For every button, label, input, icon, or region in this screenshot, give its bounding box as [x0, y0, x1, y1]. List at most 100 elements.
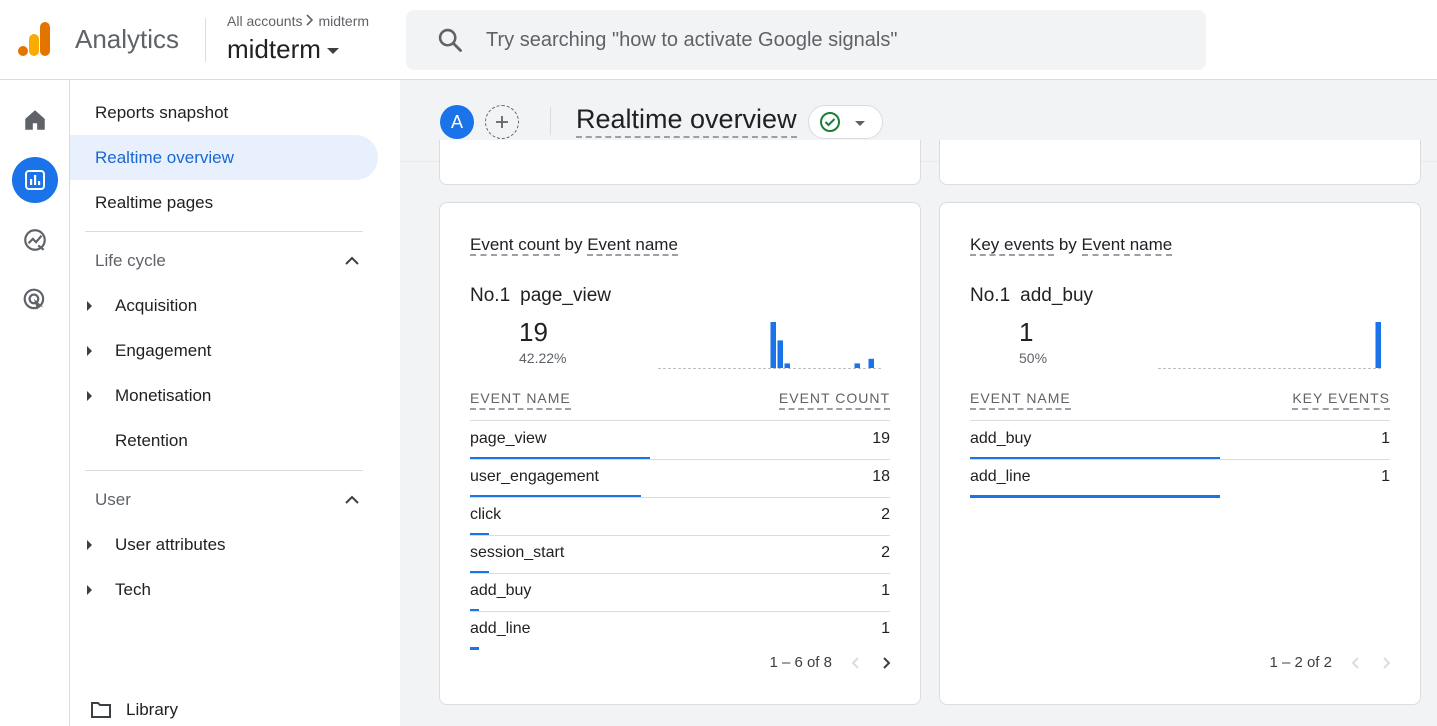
- search-bar[interactable]: [406, 10, 1206, 70]
- expand-arrow-icon: [87, 346, 92, 356]
- row-event-name: user_engagement: [470, 468, 599, 485]
- row-event-name: session_start: [470, 544, 565, 561]
- row-value: 2: [881, 544, 890, 561]
- section-life-cycle[interactable]: Life cycle: [70, 241, 370, 281]
- pagination: 1 – 6 of 8: [769, 654, 892, 671]
- top-item-percent: 50%: [1019, 350, 1048, 366]
- chevron-up-icon: [345, 256, 359, 265]
- divider: [205, 18, 206, 62]
- title-by: by: [1054, 235, 1082, 254]
- title-by: by: [559, 235, 588, 254]
- top-item-name: add_buy: [1020, 285, 1094, 306]
- rank-label: No.1: [470, 285, 511, 306]
- sparkline-bar: [854, 363, 860, 368]
- card-partial: [939, 140, 1421, 185]
- chevron-right-icon[interactable]: [880, 656, 892, 670]
- sparkline-bar: [770, 322, 776, 368]
- expand-arrow-icon: [87, 540, 92, 550]
- row-event-name: add_buy: [970, 430, 1032, 447]
- row-share-bar: [970, 495, 1220, 498]
- chevron-left-icon[interactable]: [850, 656, 862, 670]
- sparkline-bar: [784, 363, 790, 368]
- divider: [470, 420, 890, 421]
- divider: [550, 107, 551, 135]
- reports-icon: [25, 170, 45, 190]
- breadcrumb[interactable]: All accounts midterm: [227, 13, 369, 29]
- table-row[interactable]: session_start 2: [470, 536, 890, 574]
- section-user[interactable]: User: [70, 480, 370, 520]
- chevron-up-icon: [345, 495, 359, 504]
- nav-tech[interactable]: Tech: [70, 570, 370, 610]
- column-header-key-events[interactable]: KEY EVENTS: [1292, 390, 1390, 410]
- search-input[interactable]: [486, 28, 1186, 52]
- nav-label: Engagement: [115, 341, 212, 360]
- table-row[interactable]: add_line 1: [470, 612, 890, 650]
- advertising-button[interactable]: [12, 277, 58, 323]
- nav-user-attributes[interactable]: User attributes: [70, 525, 370, 565]
- expand-arrow-icon: [87, 301, 92, 311]
- page-title[interactable]: Realtime overview: [576, 104, 797, 138]
- nav-acquisition[interactable]: Acquisition: [70, 286, 370, 326]
- add-comparison-button[interactable]: [485, 105, 519, 139]
- row-event-name: page_view: [470, 430, 547, 447]
- top-app-bar: Analytics All accounts midterm midterm: [0, 0, 1437, 80]
- analytics-logo-icon[interactable]: [18, 22, 52, 58]
- column-header-event-name[interactable]: EVENT NAME: [470, 390, 571, 410]
- left-rail: [0, 80, 70, 726]
- expand-arrow-icon: [87, 391, 92, 401]
- table-row[interactable]: page_view 19: [470, 422, 890, 460]
- advertising-icon: [23, 288, 45, 310]
- row-value: 1: [881, 582, 890, 599]
- data-status-chip[interactable]: [808, 105, 883, 139]
- column-header-event-count[interactable]: EVENT COUNT: [778, 390, 890, 410]
- table-row[interactable]: click 2: [470, 498, 890, 536]
- card-title[interactable]: Key events by Event name: [970, 235, 1173, 256]
- event-count-card: Event count by Event name No.1 page_view…: [439, 202, 921, 705]
- caret-down-icon: [855, 121, 865, 126]
- card-title[interactable]: Event count by Event name: [470, 235, 678, 256]
- dimension-label[interactable]: Event name: [1081, 235, 1173, 256]
- top-item-value: 19: [519, 317, 548, 347]
- column-header-event-name[interactable]: EVENT NAME: [970, 390, 1071, 410]
- nav-label: Acquisition: [115, 296, 198, 315]
- nav-monetisation[interactable]: Monetisation: [70, 376, 370, 416]
- section-title: User: [95, 490, 131, 509]
- metric-label[interactable]: Event count: [470, 235, 560, 256]
- chevron-right-icon[interactable]: [1380, 656, 1392, 670]
- sparkline-bar: [777, 340, 783, 368]
- property-selector[interactable]: midterm: [227, 34, 339, 65]
- nav-retention[interactable]: Retention: [70, 421, 370, 461]
- breadcrumb-account[interactable]: midterm: [318, 13, 369, 29]
- nav-label: Monetisation: [115, 386, 212, 405]
- dimension-label[interactable]: Event name: [587, 235, 678, 256]
- row-value: 2: [881, 506, 890, 523]
- divider: [85, 470, 363, 471]
- table-row[interactable]: add_buy 1: [470, 574, 890, 612]
- row-value: 1: [1381, 468, 1390, 485]
- explore-button[interactable]: [12, 217, 58, 263]
- key-events-card: Key events by Event name No.1 add_buy 1 …: [939, 202, 1421, 705]
- nav-library[interactable]: Library: [90, 700, 178, 720]
- table-row[interactable]: add_buy 1: [970, 422, 1390, 460]
- nav-realtime-overview[interactable]: Realtime overview: [70, 135, 378, 180]
- chevron-left-icon[interactable]: [1350, 656, 1362, 670]
- top-item: No.1 add_buy: [970, 285, 1093, 307]
- reports-button[interactable]: [12, 157, 58, 203]
- comparison-avatar[interactable]: A: [440, 105, 474, 139]
- nav-realtime-pages[interactable]: Realtime pages: [70, 180, 378, 225]
- row-event-name: add_line: [970, 468, 1031, 485]
- nav-engagement[interactable]: Engagement: [70, 331, 370, 371]
- nav-reports-snapshot[interactable]: Reports snapshot: [70, 90, 378, 135]
- table-row[interactable]: add_line 1: [970, 460, 1390, 498]
- sparkline-bar: [868, 358, 874, 368]
- card-partial: [439, 140, 921, 185]
- sparkline-chart: [1158, 322, 1382, 369]
- chevron-right-icon: [305, 13, 315, 29]
- breadcrumb-all-accounts[interactable]: All accounts: [227, 13, 302, 29]
- metric-label[interactable]: Key events: [970, 235, 1055, 256]
- top-item-percent: 42.22%: [519, 350, 567, 366]
- table-row[interactable]: user_engagement 18: [470, 460, 890, 498]
- row-value: 1: [1381, 430, 1390, 447]
- sparkline-bar: [1375, 322, 1381, 368]
- home-button[interactable]: [12, 97, 58, 143]
